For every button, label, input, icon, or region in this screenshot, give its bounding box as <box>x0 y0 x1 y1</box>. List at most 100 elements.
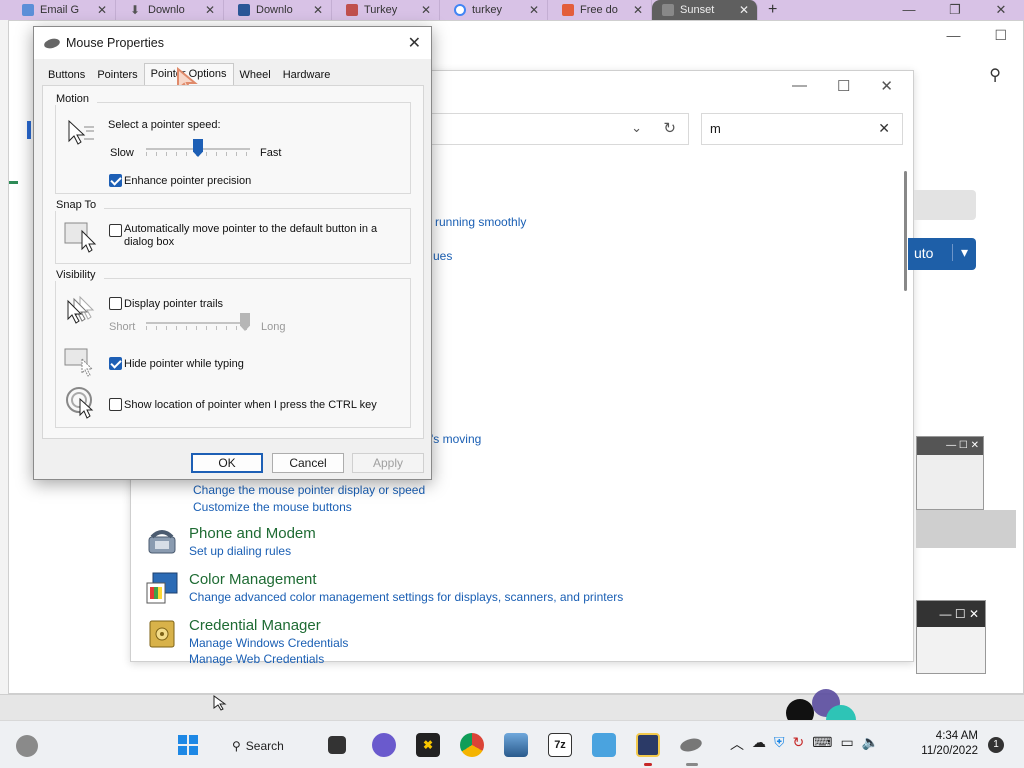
keyboard-icon[interactable]: ⌨ <box>812 734 832 754</box>
xbox-app-icon[interactable]: ✖ <box>416 733 440 757</box>
search-input[interactable]: m ✕ <box>701 113 903 145</box>
app-icon[interactable] <box>636 733 660 757</box>
start-icon[interactable] <box>176 733 200 757</box>
phone-icon <box>148 530 176 554</box>
network-off-icon[interactable]: ☁ <box>752 734 766 754</box>
browser-tab-active[interactable]: Sunset ✕ <box>652 0 758 20</box>
maximize-icon[interactable]: ☐ <box>994 27 1007 44</box>
maximize-icon[interactable]: ☐ <box>837 77 850 95</box>
item-link[interactable]: Change advanced color management setting… <box>189 590 623 604</box>
chrome-icon[interactable] <box>460 733 484 757</box>
minimize-icon[interactable]: — <box>792 77 807 95</box>
mouse-icon[interactable] <box>678 733 704 757</box>
chat-icon[interactable] <box>372 733 396 757</box>
minimize-icon[interactable]: — <box>886 0 932 20</box>
google-icon <box>454 4 466 16</box>
browser-tab[interactable]: Free do ✕ <box>552 0 652 20</box>
mouse-pointer-link[interactable]: Change the mouse pointer display or spee… <box>193 483 425 497</box>
enhance-precision-label[interactable]: Enhance pointer precision <box>124 175 251 187</box>
enhance-precision-checkbox[interactable] <box>109 174 122 187</box>
mouse-buttons-link[interactable]: Customize the mouse buttons <box>193 500 352 514</box>
ok-button[interactable]: OK <box>191 453 263 473</box>
minimize-icon[interactable]: — <box>946 27 960 44</box>
snap-to-label-cont[interactable]: dialog box <box>124 236 174 248</box>
browser-tab[interactable]: Email G ✕ <box>12 0 116 20</box>
side-dropdown-button[interactable]: uto ▾ <box>908 238 976 270</box>
security-icon[interactable]: ⛨ <box>774 734 785 754</box>
result-link-fragment[interactable]: running smoothly <box>435 215 526 229</box>
tab-buttons[interactable]: Buttons <box>42 65 91 87</box>
item-title[interactable]: Color Management <box>189 571 623 588</box>
item-link[interactable]: Set up dialing rules <box>189 544 316 558</box>
close-icon[interactable]: ✕ <box>978 0 1024 20</box>
close-icon[interactable]: ✕ <box>408 33 421 53</box>
group-label: Motion <box>46 93 98 105</box>
notification-badge[interactable]: 1 <box>988 737 1004 753</box>
result-link-fragment[interactable]: ues <box>433 249 452 263</box>
browser-tab[interactable]: ⬇ Downlo ✕ <box>120 0 224 20</box>
pointer-trails-checkbox[interactable] <box>109 297 122 310</box>
chevron-down-icon[interactable]: ⌄ <box>631 120 642 136</box>
clear-search-icon[interactable]: ✕ <box>878 120 890 137</box>
close-tab-icon[interactable]: ✕ <box>313 3 323 17</box>
pointer-trails-icon <box>67 295 95 324</box>
restore-icon[interactable]: ❐ <box>932 0 978 20</box>
browser-tab[interactable]: turkey ✕ <box>444 0 548 20</box>
scrollbar[interactable] <box>904 171 907 291</box>
close-icon[interactable]: ✕ <box>880 77 893 95</box>
new-tab-button[interactable]: + <box>768 0 777 20</box>
volume-icon[interactable]: 🔈 <box>862 734 879 754</box>
download-icon: ⬇ <box>130 3 141 17</box>
hide-pointer-label[interactable]: Hide pointer while typing <box>124 358 244 370</box>
photos-icon[interactable] <box>504 733 528 757</box>
browser-tab[interactable]: Turkey ✕ <box>336 0 440 20</box>
refresh-icon[interactable]: ↻ <box>663 119 676 137</box>
snap-to-label[interactable]: Automatically move pointer to the defaul… <box>124 223 377 235</box>
browser-tab[interactable]: Downlo ✕ <box>228 0 332 20</box>
display-icon[interactable]: ▭ <box>840 734 853 754</box>
pointer-trails-label[interactable]: Display pointer trails <box>124 298 223 310</box>
snap-to-checkbox[interactable] <box>109 224 122 237</box>
mouse-icon <box>43 36 61 50</box>
pointer-speed-slider[interactable] <box>146 139 250 159</box>
search-icon[interactable]: ⚲ <box>989 65 1001 85</box>
accent-line <box>9 181 18 184</box>
close-tab-icon[interactable]: ✕ <box>97 3 107 17</box>
clock[interactable]: 4:34 AM 11/20/2022 <box>921 729 978 759</box>
taskbar-search-button[interactable]: ⚲ Search <box>232 734 284 758</box>
short-label: Short <box>109 321 136 333</box>
item-link[interactable]: Manage Web Credentials <box>189 652 348 666</box>
tab-wheel[interactable]: Wheel <box>234 65 277 87</box>
chevron-up-icon[interactable]: ︿ <box>730 734 744 754</box>
control-panel-icon[interactable] <box>592 733 616 757</box>
group-label: Snap To <box>46 199 105 211</box>
site-icon <box>238 4 250 16</box>
sync-icon[interactable]: ↻ <box>793 734 805 754</box>
pointer-speed-icon <box>68 119 94 145</box>
address-bar[interactable]: ⌄ ↻ <box>431 113 689 145</box>
close-tab-icon[interactable]: ✕ <box>529 3 539 17</box>
show-location-label[interactable]: Show location of pointer when I press th… <box>124 399 377 411</box>
color-management-icon <box>146 572 178 604</box>
slow-label: Slow <box>110 147 134 159</box>
show-location-checkbox[interactable] <box>109 398 122 411</box>
tab-hardware[interactable]: Hardware <box>277 65 337 87</box>
item-link[interactable]: Manage Windows Credentials <box>189 636 348 650</box>
item-title[interactable]: Phone and Modem <box>189 525 316 542</box>
close-tab-icon[interactable]: ✕ <box>739 3 749 17</box>
close-tab-icon[interactable]: ✕ <box>205 3 215 17</box>
close-tab-icon[interactable]: ✕ <box>421 3 431 17</box>
cancel-button[interactable]: Cancel <box>272 453 344 473</box>
pointer-options-page: Motion Select a pointer speed: Slow Fast… <box>42 85 424 439</box>
item-title[interactable]: Credential Manager <box>189 617 348 634</box>
widgets-icon[interactable] <box>16 735 38 757</box>
result-link-fragment[interactable]: 's moving <box>431 432 481 446</box>
long-label: Long <box>261 321 286 333</box>
side-button-fragment[interactable] <box>914 190 976 220</box>
7zip-icon[interactable]: 7z <box>548 733 572 757</box>
tab-pointers[interactable]: Pointers <box>91 65 143 87</box>
close-tab-icon[interactable]: ✕ <box>633 3 643 17</box>
motion-group: Motion Select a pointer speed: Slow Fast… <box>46 93 411 194</box>
hide-pointer-checkbox[interactable] <box>109 357 122 370</box>
task-view-icon[interactable] <box>328 736 346 754</box>
